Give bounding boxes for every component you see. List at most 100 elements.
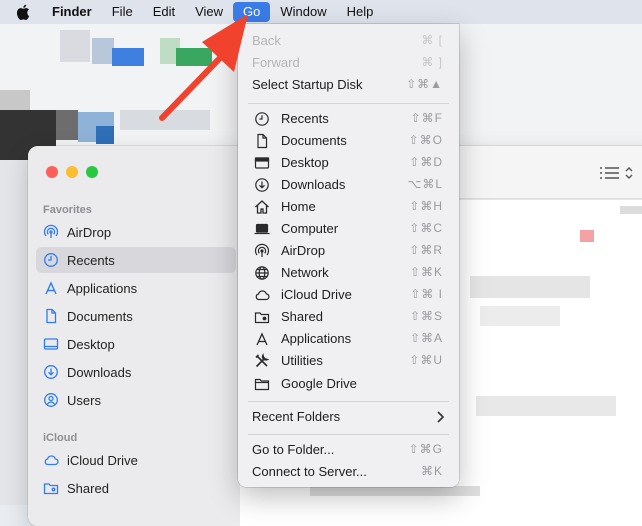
menu-item-shortcut: ⇧⌘▲ [406, 77, 443, 91]
menu-item-label: Recents [281, 111, 329, 126]
menu-help[interactable]: Help [337, 0, 384, 24]
home-icon [254, 199, 270, 215]
menu-item-recent-folders[interactable]: Recent Folders [238, 406, 459, 428]
menu-item-airdrop[interactable]: AirDrop ⇧⌘R [238, 240, 459, 262]
menu-item-label: Home [281, 199, 316, 214]
menu-item-shortcut: ⌥⌘L [407, 177, 443, 191]
menu-item-shortcut: ⇧⌘R [409, 243, 443, 257]
airdrop-icon [254, 243, 270, 259]
menu-item-label: Select Startup Disk [252, 77, 363, 92]
folder-icon [254, 376, 270, 392]
menu-file[interactable]: File [102, 0, 143, 24]
sidebar-item-label: Shared [67, 480, 109, 496]
user-icon [43, 392, 59, 408]
sidebar-item-downloads[interactable]: Downloads [36, 359, 236, 385]
menu-item-label: Shared [281, 309, 323, 324]
cloud-icon [43, 452, 59, 468]
sidebar-item-label: Documents [67, 308, 133, 324]
menu-finder[interactable]: Finder [42, 0, 102, 24]
applications-icon [43, 280, 59, 296]
menu-item-shortcut: ⇧⌘K [409, 265, 443, 279]
document-icon [254, 133, 270, 149]
menu-window[interactable]: Window [270, 0, 336, 24]
menu-item-label: Google Drive [281, 376, 357, 391]
list-view-options-icon[interactable] [598, 164, 638, 182]
chevron-right-icon [437, 411, 445, 423]
zoom-window-button[interactable] [86, 166, 98, 178]
menu-item-label: Back [252, 33, 281, 48]
globe-icon [254, 265, 270, 281]
download-icon [254, 177, 270, 193]
menu-item-label: Computer [281, 221, 339, 236]
sidebar-item-icloud-drive[interactable]: iCloud Drive [36, 447, 236, 473]
menu-item-computer[interactable]: Computer ⇧⌘C [238, 218, 459, 240]
sidebar-item-label: Desktop [67, 336, 115, 352]
menu-item-google-drive[interactable]: Google Drive [238, 373, 459, 395]
sidebar-item-users[interactable]: Users [36, 387, 236, 413]
sidebar-item-airdrop[interactable]: AirDrop [36, 219, 236, 245]
sidebar-item-desktop[interactable]: Desktop [36, 331, 236, 357]
menu-item-label: AirDrop [281, 243, 326, 258]
document-icon [43, 308, 59, 324]
clock-icon [254, 111, 270, 127]
close-window-button[interactable] [46, 166, 58, 178]
menu-go[interactable]: Go [233, 2, 271, 22]
menu-item-shortcut: ⇧⌘G [408, 442, 443, 456]
applications-icon [254, 331, 270, 347]
menu-item-label: Connect to Server... [252, 464, 367, 479]
menu-item-shortcut: ⇧⌘H [409, 199, 443, 213]
cloud-icon [254, 287, 270, 303]
sidebar-item-documents[interactable]: Documents [36, 303, 236, 329]
menu-edit[interactable]: Edit [143, 0, 185, 24]
sidebar-item-label: AirDrop [67, 224, 112, 240]
menu-item-shortcut: ⇧⌘C [409, 221, 443, 235]
menu-item-connect-to-server[interactable]: Connect to Server... ⌘K [238, 461, 459, 483]
menu-item-utilities[interactable]: Utilities ⇧⌘U [238, 350, 459, 372]
menu-item-shortcut: ⇧⌘O [408, 133, 443, 147]
window-controls [46, 166, 98, 178]
menu-item-label: Network [281, 265, 329, 280]
utilities-icon [254, 353, 270, 369]
clock-icon [43, 252, 59, 268]
menu-item-home[interactable]: Home ⇧⌘H [238, 196, 459, 218]
menu-item-desktop[interactable]: Desktop ⇧⌘D [238, 152, 459, 174]
menu-item-recents[interactable]: Recents ⇧⌘F [238, 108, 459, 130]
menu-item-shortcut: ⇧⌘A [409, 331, 443, 345]
menu-item-go-to-folder[interactable]: Go to Folder... ⇧⌘G [238, 439, 459, 461]
menu-item-applications[interactable]: Applications ⇧⌘A [238, 328, 459, 350]
sidebar-item-label: Users [67, 392, 101, 408]
apple-logo-icon[interactable] [16, 4, 30, 20]
menu-item-shortcut: ⇧⌘ I [410, 287, 443, 301]
sidebar-item-applications[interactable]: Applications [36, 275, 236, 301]
menu-item-documents[interactable]: Documents ⇧⌘O [238, 130, 459, 152]
sidebar-heading-favorites: Favorites [43, 204, 92, 216]
sidebar: Favorites AirDrop Recents Applications D… [28, 146, 240, 526]
desktop-icon [254, 155, 270, 171]
shared-folder-icon [43, 480, 59, 496]
menu-item-shortcut: ⇧⌘F [410, 111, 443, 125]
sidebar-item-recents[interactable]: Recents [36, 247, 236, 273]
menu-item-shared[interactable]: Shared ⇧⌘S [238, 306, 459, 328]
menu-item-forward[interactable]: Forward ⌘ ] [238, 52, 459, 74]
airdrop-icon [43, 224, 59, 240]
menu-item-label: Go to Folder... [252, 442, 335, 457]
menu-item-downloads[interactable]: Downloads ⌥⌘L [238, 174, 459, 196]
menu-item-label: Recent Folders [252, 409, 341, 424]
minimize-window-button[interactable] [66, 166, 78, 178]
menu-view[interactable]: View [185, 0, 233, 24]
menu-item-label: Applications [281, 331, 352, 346]
menu-item-shortcut: ⌘ ] [421, 55, 443, 69]
menu-item-network[interactable]: Network ⇧⌘K [238, 262, 459, 284]
menu-item-shortcut: ⇧⌘U [409, 353, 443, 367]
menu-item-label: Documents [281, 133, 347, 148]
sidebar-item-shared[interactable]: Shared [36, 475, 236, 501]
menu-item-select-startup-disk[interactable]: Select Startup Disk ⇧⌘▲ [238, 74, 459, 96]
menu-separator [248, 103, 449, 104]
sidebar-item-label: Downloads [67, 364, 132, 380]
go-menu-dropdown: Back ⌘ [ Forward ⌘ ] Select Startup Disk… [238, 24, 459, 487]
sidebar-item-label: Applications [67, 280, 138, 296]
menu-item-back[interactable]: Back ⌘ [ [238, 30, 459, 52]
shared-folder-icon [254, 309, 270, 325]
menu-item-icloud-drive[interactable]: iCloud Drive ⇧⌘ I [238, 284, 459, 306]
desktop-icon [43, 336, 59, 352]
